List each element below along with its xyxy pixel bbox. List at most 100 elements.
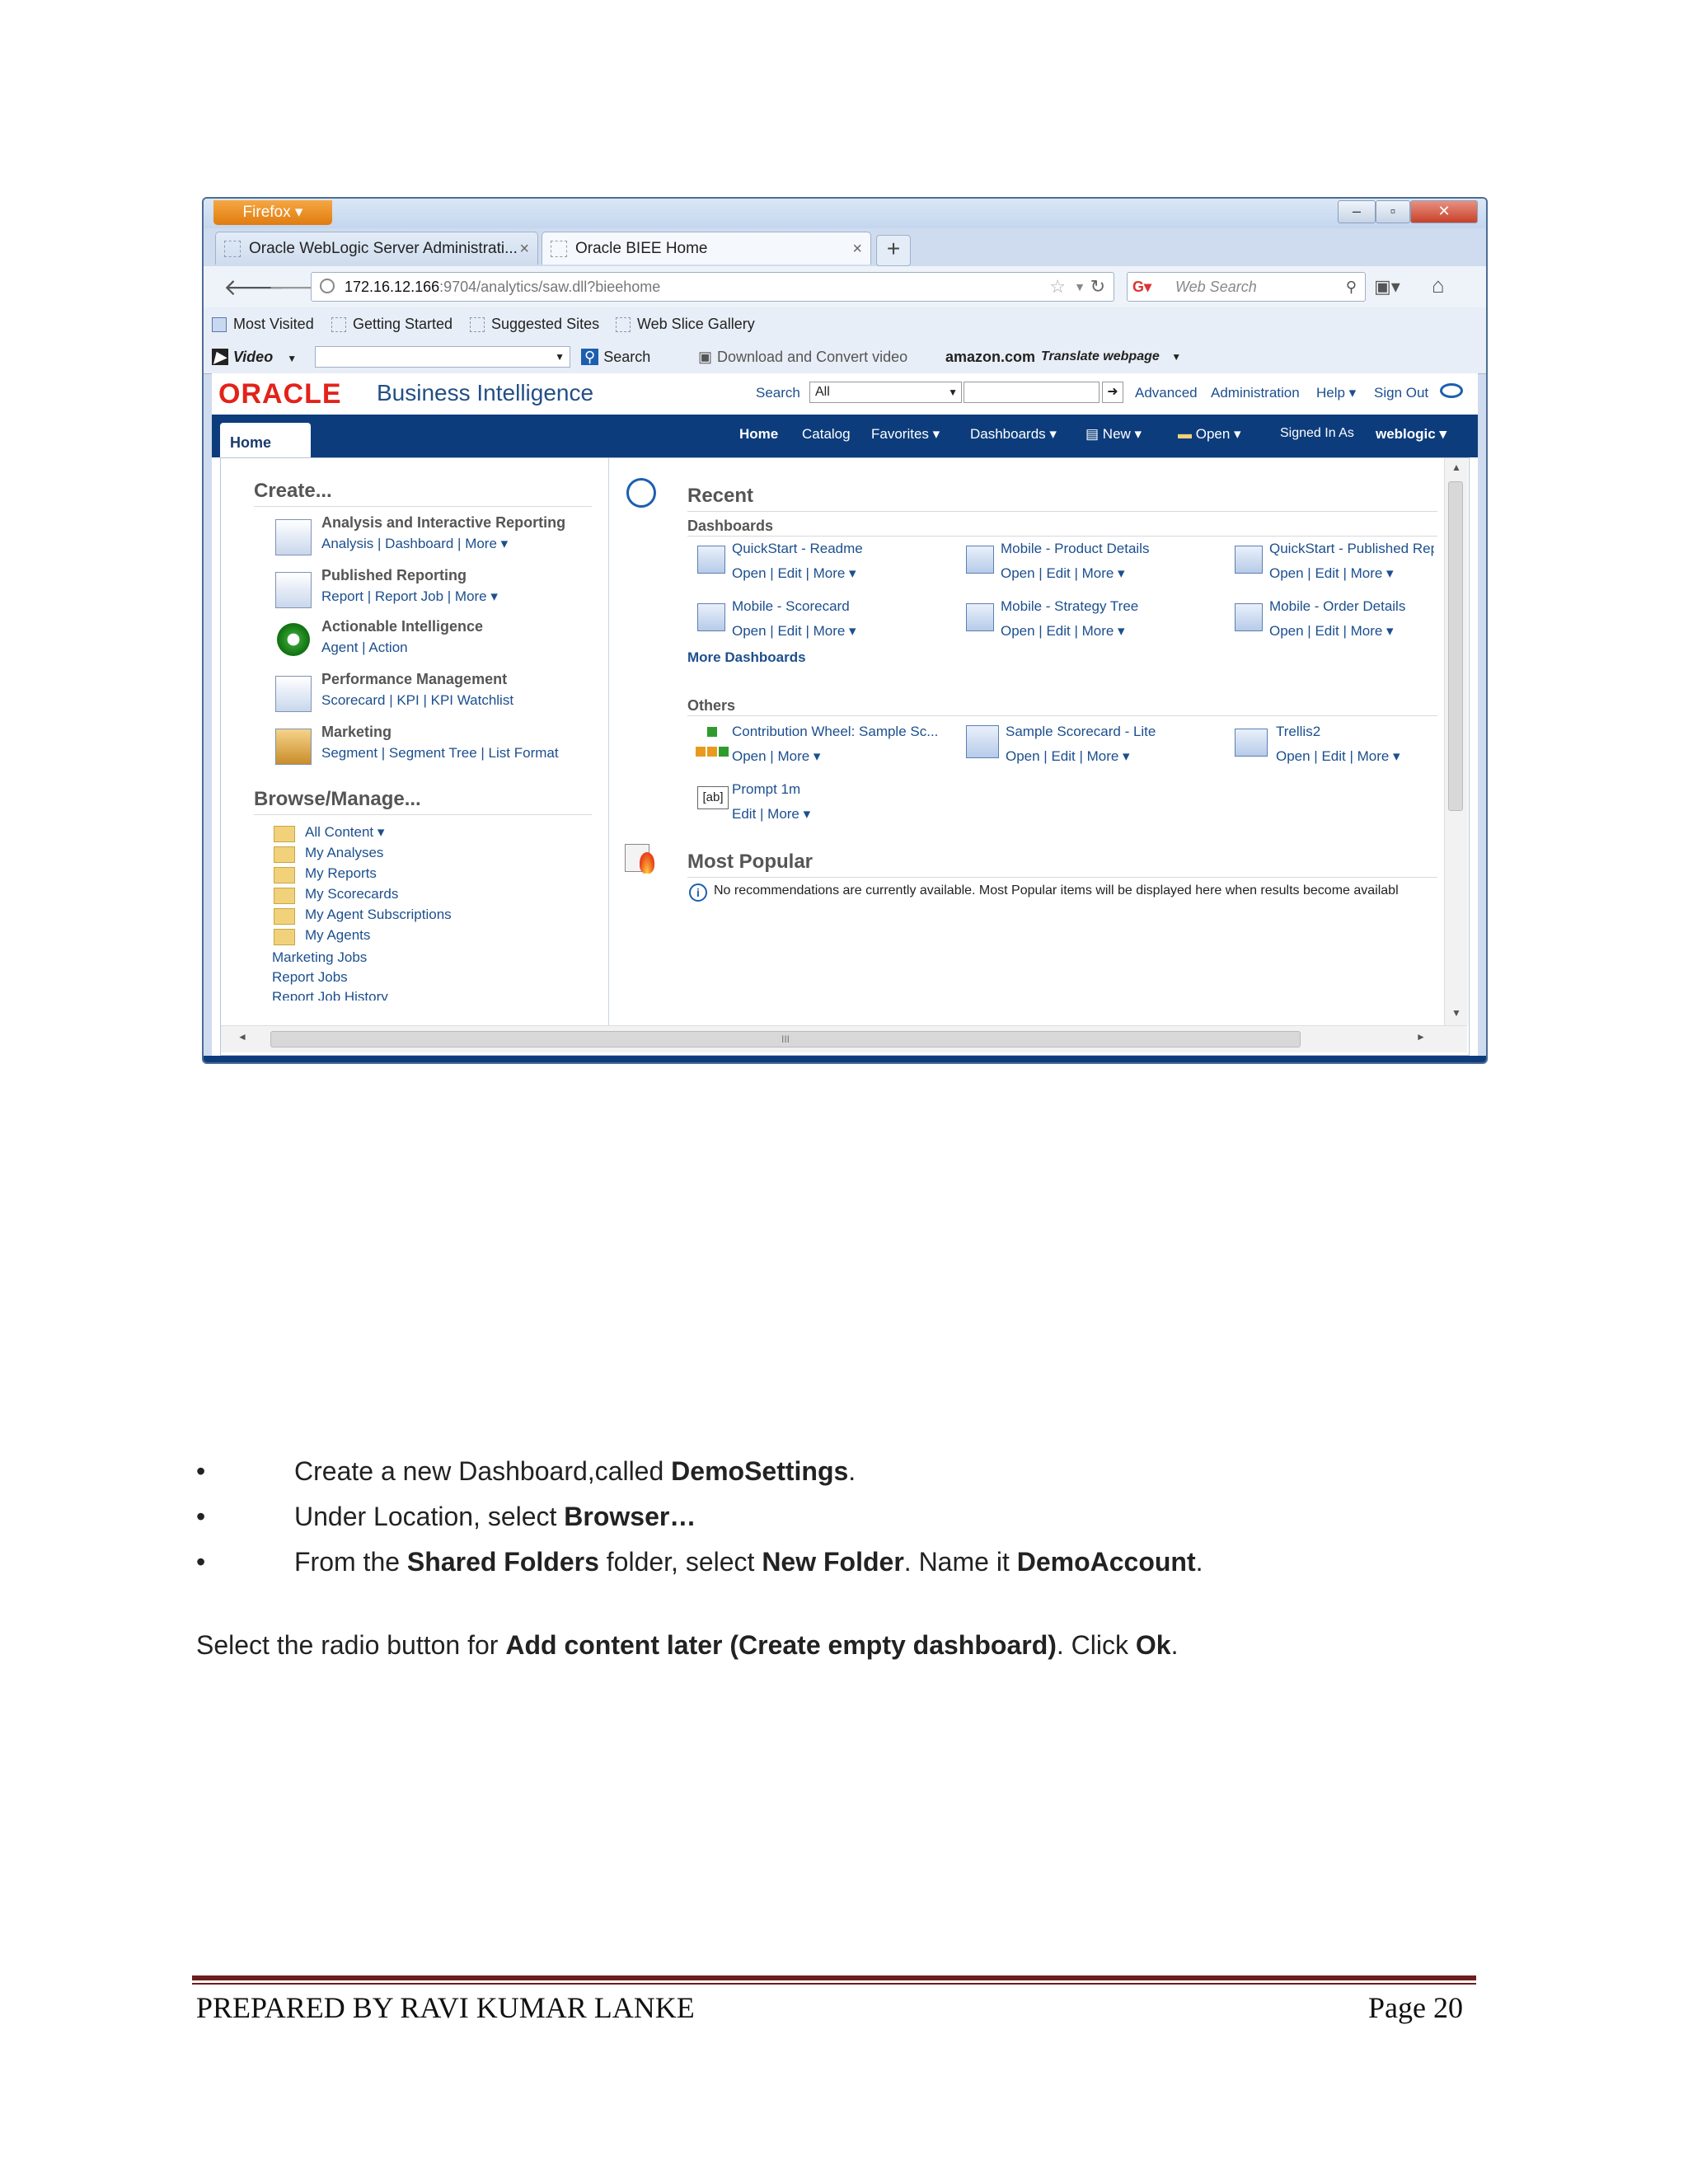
- user-menu[interactable]: weblogic ▾: [1376, 426, 1447, 443]
- new-tab-button[interactable]: +: [876, 235, 911, 266]
- create-links-marketing[interactable]: Segment | Segment Tree | List Format: [321, 745, 559, 762]
- recent-dashboard-links[interactable]: Open | Edit | More ▾: [732, 623, 856, 640]
- scroll-thumb[interactable]: III: [270, 1031, 1301, 1047]
- nav-open[interactable]: ▬ Open ▾: [1178, 426, 1241, 443]
- recent-dashboard-title[interactable]: QuickStart - Readme: [732, 541, 863, 557]
- create-links-published[interactable]: Report | Report Job | More ▾: [321, 588, 498, 605]
- scroll-down-icon[interactable]: ▼: [1451, 1007, 1461, 1019]
- browse-my-agents[interactable]: My Agents: [305, 927, 370, 944]
- bookmark-most-visited[interactable]: Most Visited: [212, 307, 314, 340]
- browse-my-scorecards[interactable]: My Scorecards: [305, 886, 398, 902]
- recent-dashboard-links[interactable]: Open | Edit | More ▾: [1001, 565, 1125, 582]
- search-scope-select[interactable]: All ▼: [809, 382, 962, 403]
- recent-dashboard-title[interactable]: Mobile - Order Details: [1269, 598, 1405, 615]
- advanced-link[interactable]: Advanced: [1135, 385, 1198, 401]
- bold-run: DemoSettings: [671, 1456, 849, 1486]
- recent-dashboard-title[interactable]: QuickStart - Published Rep: [1269, 541, 1434, 557]
- tab-biee-home[interactable]: Oracle BIEE Home ×: [542, 232, 871, 265]
- browse-all-content[interactable]: All Content ▾: [305, 824, 384, 841]
- recent-other-links[interactable]: Open | Edit | More ▾: [1006, 748, 1130, 765]
- search-icon[interactable]: ⚲: [1346, 273, 1357, 301]
- others-label: Others: [687, 697, 736, 714]
- downloads-icon[interactable]: ▣▾: [1374, 276, 1400, 298]
- close-tab-icon[interactable]: ×: [852, 232, 862, 265]
- video-search-input[interactable]: ▼: [315, 346, 570, 368]
- home-icon[interactable]: ⌂: [1432, 273, 1445, 298]
- nav-dashboards[interactable]: Dashboards ▾: [970, 426, 1057, 443]
- web-search-box[interactable]: G▾ Web Search ⚲: [1127, 272, 1366, 302]
- browse-report-jobs[interactable]: Report Jobs: [272, 969, 348, 986]
- recent-dashboard-title[interactable]: Mobile - Product Details: [1001, 541, 1149, 557]
- address-bar[interactable]: 172.16.12.166:9704/analytics/saw.dll?bie…: [311, 272, 1114, 302]
- bookmark-star-icon[interactable]: ☆: [1049, 273, 1066, 301]
- page-icon: [470, 317, 485, 333]
- recent-dashboard-title[interactable]: Mobile - Strategy Tree: [1001, 598, 1138, 615]
- history-dropdown-icon[interactable]: ▼: [1074, 273, 1085, 301]
- sign-out-link[interactable]: Sign Out: [1374, 385, 1428, 401]
- tab-weblogic[interactable]: Oracle WebLogic Server Administrati... ×: [215, 232, 538, 265]
- nav-catalog[interactable]: Catalog: [802, 426, 851, 443]
- recent-other-links[interactable]: Open | Edit | More ▾: [1276, 748, 1400, 765]
- reload-icon[interactable]: ↻: [1090, 273, 1105, 301]
- recent-other-title[interactable]: Sample Scorecard - Lite: [1006, 724, 1156, 740]
- nav-new[interactable]: ▤ New ▾: [1085, 426, 1142, 443]
- more-dashboards-link[interactable]: More Dashboards: [687, 649, 806, 666]
- recent-dashboard-links[interactable]: Open | Edit | More ▾: [1269, 623, 1394, 640]
- create-heading: Create...: [254, 480, 332, 502]
- video-label: Video: [232, 349, 274, 365]
- nav-new-label: New ▾: [1102, 426, 1142, 442]
- browse-my-reports[interactable]: My Reports: [305, 865, 377, 882]
- create-links-performance[interactable]: Scorecard | KPI | KPI Watchlist: [321, 692, 513, 709]
- recent-other-links[interactable]: Edit | More ▾: [732, 806, 810, 823]
- toolbar-search-button[interactable]: ⚲ Search: [581, 340, 650, 373]
- search-scope-value: All: [815, 385, 830, 399]
- nav-home[interactable]: Home: [739, 426, 778, 443]
- recent-other-title[interactable]: Prompt 1m: [732, 781, 800, 798]
- horizontal-scrollbar[interactable]: ◄ III ►: [221, 1025, 1467, 1052]
- help-menu[interactable]: Help ▾: [1316, 385, 1356, 401]
- create-title-actionable: Actionable Intelligence: [321, 618, 484, 635]
- video-menu[interactable]: ▶ Video ▼: [212, 340, 297, 375]
- search-engine-icon[interactable]: G▾: [1132, 273, 1151, 301]
- close-tab-icon[interactable]: ×: [519, 232, 529, 265]
- browse-report-job-history[interactable]: Report Job History: [272, 989, 388, 1001]
- amazon-button[interactable]: amazon.com: [945, 340, 1035, 373]
- report-icon: [275, 572, 312, 608]
- create-links-analysis[interactable]: Analysis | Dashboard | More ▾: [321, 536, 508, 552]
- bookmark-suggested-sites[interactable]: Suggested Sites: [470, 307, 599, 340]
- minimize-icon[interactable]: ‒: [1338, 200, 1376, 223]
- home-content: Create... Analysis and Interactive Repor…: [220, 457, 1470, 1056]
- nav-favorites[interactable]: Favorites ▾: [871, 426, 940, 443]
- recent-other-links[interactable]: Open | More ▾: [732, 748, 820, 765]
- close-window-icon[interactable]: ✕: [1410, 200, 1478, 223]
- vertical-scrollbar[interactable]: ▲ ▼: [1444, 458, 1468, 1025]
- tab-strip: Oracle WebLogic Server Administrati... ×…: [204, 228, 1486, 266]
- scroll-up-icon[interactable]: ▲: [1451, 462, 1461, 473]
- browse-my-agent-subscriptions[interactable]: My Agent Subscriptions: [305, 907, 452, 923]
- bold-run: Add content later (Create empty dashboar…: [505, 1630, 1057, 1660]
- scroll-right-icon[interactable]: ►: [1416, 1031, 1426, 1043]
- search-go-icon[interactable]: ➜: [1102, 382, 1123, 403]
- bookmark-getting-started[interactable]: Getting Started: [331, 307, 452, 340]
- maximize-icon[interactable]: ▫: [1376, 200, 1410, 223]
- recent-dashboard-links[interactable]: Open | Edit | More ▾: [1001, 623, 1125, 640]
- translate-label: Translate webpage: [1041, 349, 1160, 363]
- create-links-actionable[interactable]: Agent | Action: [321, 640, 408, 656]
- recent-dashboard-links[interactable]: Open | Edit | More ▾: [732, 565, 856, 582]
- scroll-thumb[interactable]: [1448, 481, 1463, 811]
- bookmark-web-slice-gallery[interactable]: Web Slice Gallery: [616, 307, 755, 340]
- chevron-down-icon[interactable]: ▼: [555, 340, 565, 373]
- catalog-search-input[interactable]: [964, 382, 1100, 403]
- administration-link[interactable]: Administration: [1211, 385, 1300, 401]
- browse-my-analyses[interactable]: My Analyses: [305, 845, 383, 861]
- tab-home[interactable]: Home: [220, 423, 311, 457]
- recent-dashboard-links[interactable]: Open | Edit | More ▾: [1269, 565, 1394, 582]
- translate-button[interactable]: Translate webpage ▼: [1041, 340, 1181, 373]
- browse-marketing-jobs[interactable]: Marketing Jobs: [272, 949, 367, 966]
- recent-other-title[interactable]: Contribution Wheel: Sample Sc...: [732, 724, 938, 740]
- recent-other-title[interactable]: Trellis2: [1276, 724, 1320, 740]
- firefox-menu-button[interactable]: Firefox ▾: [213, 200, 332, 225]
- download-convert-button[interactable]: ▣ Download and Convert video: [698, 340, 907, 373]
- recent-dashboard-title[interactable]: Mobile - Scorecard: [732, 598, 850, 615]
- scroll-left-icon[interactable]: ◄: [237, 1031, 247, 1043]
